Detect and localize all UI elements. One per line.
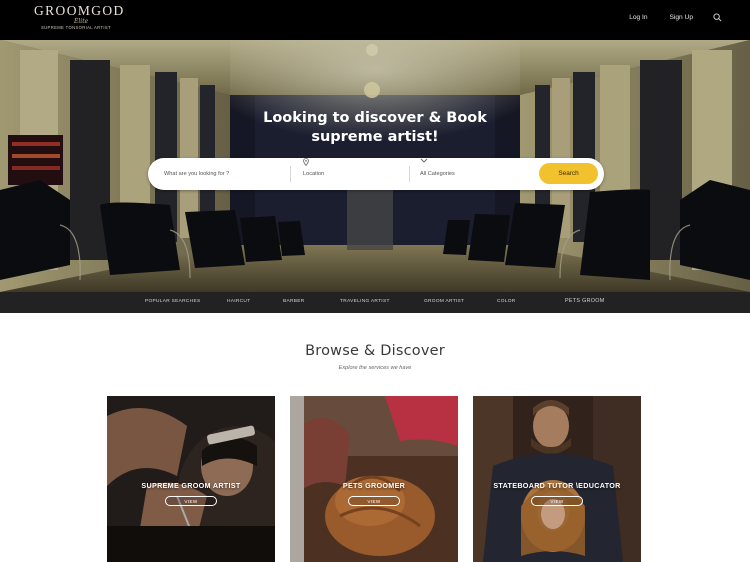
service-card-pets-groomer[interactable]: PETS GROOMER VIEW	[290, 396, 458, 562]
search-button[interactable]: Search	[539, 163, 598, 184]
hero-banner: Looking to discover & Book supreme artis…	[0, 40, 750, 292]
category-strip: POPULAR SEARCHES HAIRCUT BARBER TRAVELIN…	[0, 292, 750, 313]
view-button[interactable]: VIEW	[531, 496, 583, 506]
site-header: GROOMGOD Elite SUPREME TONSORIAL ARTIST …	[0, 0, 750, 40]
login-link[interactable]: Log In	[629, 14, 647, 21]
map-pin-icon	[303, 158, 309, 166]
barber-shaving-image	[107, 396, 275, 562]
chevron-down-icon	[420, 158, 428, 163]
card-title: STATEBOARD TUTOR \EDUCATOR	[493, 481, 621, 490]
brand-script: Elite	[74, 18, 89, 25]
view-button[interactable]: VIEW	[165, 496, 217, 506]
card-title: PETS GROOMER	[342, 481, 406, 490]
category-popular-searches[interactable]: POPULAR SEARCHES	[145, 299, 200, 304]
category-color[interactable]: COLOR	[497, 299, 516, 304]
hero-title-line1: Looking to discover & Book	[263, 110, 487, 126]
educator-styling-image	[473, 396, 641, 562]
category-traveling-artist[interactable]: TRAVELING ARTIST	[340, 299, 390, 304]
view-button[interactable]: VIEW	[348, 496, 400, 506]
brand-logo[interactable]: GROOMGOD Elite SUPREME TONSORIAL ARTIST	[34, 3, 125, 34]
location-placeholder: Location	[303, 171, 325, 177]
pet-grooming-image	[290, 396, 458, 562]
category-haircut[interactable]: HAIRCUT	[227, 299, 250, 304]
location-input[interactable]: Location	[303, 158, 403, 190]
divider	[409, 166, 410, 182]
keyword-input[interactable]: What are you looking for ?	[164, 158, 288, 190]
keyword-placeholder: What are you looking for ?	[164, 171, 230, 177]
service-card-groom-artist[interactable]: SUPREME GROOM ARTIST VIEW	[107, 396, 275, 562]
browse-title: Browse & Discover	[305, 343, 445, 359]
category-pets-groom[interactable]: PETS GROOM	[565, 298, 605, 304]
hero-title: Looking to discover & Book supreme artis…	[0, 109, 750, 147]
brand-name: GROOMGOD	[34, 3, 125, 18]
top-nav: Log In Sign Up	[607, 13, 722, 22]
card-title: SUPREME GROOM ARTIST	[141, 481, 241, 490]
service-card-tutor-educator[interactable]: STATEBOARD TUTOR \EDUCATOR VIEW	[473, 396, 641, 562]
signup-link[interactable]: Sign Up	[670, 14, 693, 21]
category-value: All Categories	[420, 171, 455, 177]
divider	[290, 166, 291, 182]
hero-title-line2: supreme artist!	[311, 129, 439, 145]
category-select[interactable]: All Categories	[420, 158, 526, 190]
brand-tagline: SUPREME TONSORIAL ARTIST	[41, 25, 111, 30]
search-icon[interactable]	[713, 13, 722, 22]
category-groom-artist[interactable]: GROOM ARTIST	[424, 299, 464, 304]
category-barber[interactable]: BARBER	[283, 299, 305, 304]
browse-subtitle: Explore the services we have	[338, 365, 412, 371]
search-bar: What are you looking for ? Location All …	[148, 158, 604, 190]
